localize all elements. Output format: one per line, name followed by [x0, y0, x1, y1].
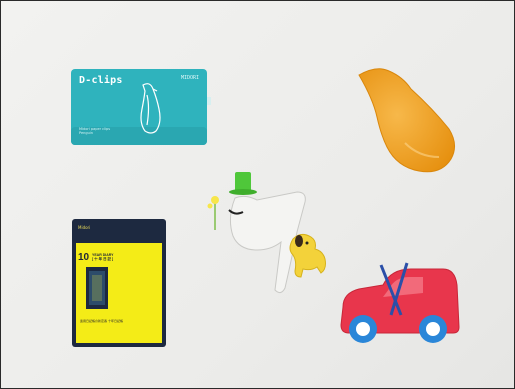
- dclips-card: D-clips MIDORI Midori paper clips Pengui…: [69, 67, 211, 147]
- diary-name-line2: [ 十 年 日 記 ]: [92, 257, 114, 261]
- pear-shape-icon: [358, 68, 455, 173]
- ten-year-diary: Midori 10 YEAR DIARY [ 十 年 日 記 ] 連用日記帳の新…: [72, 219, 166, 347]
- diary-cover: [72, 219, 166, 347]
- dog-figure: [285, 229, 331, 279]
- pear-object: [353, 63, 461, 175]
- red-car-object: [335, 259, 461, 349]
- dclips-brand: MIDORI: [180, 75, 199, 81]
- yellow-dog-icon: [289, 233, 326, 278]
- diary-bottom-text: 連用日記帳の新定番 十年日記帳: [80, 319, 123, 323]
- diary-name: YEAR DIARY [ 十 年 日 記 ]: [92, 253, 113, 261]
- diary-brand: Midori: [78, 225, 91, 230]
- dclips-subtitle: Midori paper clips Penguin: [79, 127, 110, 135]
- dclips-title: D-clips: [79, 75, 123, 86]
- red-car-icon: [340, 262, 460, 343]
- diary-number: 10: [78, 252, 90, 263]
- dclips-subtitle-line2: Penguin: [79, 131, 93, 135]
- product-photo: D-clips MIDORI Midori paper clips Pengui…: [0, 0, 515, 389]
